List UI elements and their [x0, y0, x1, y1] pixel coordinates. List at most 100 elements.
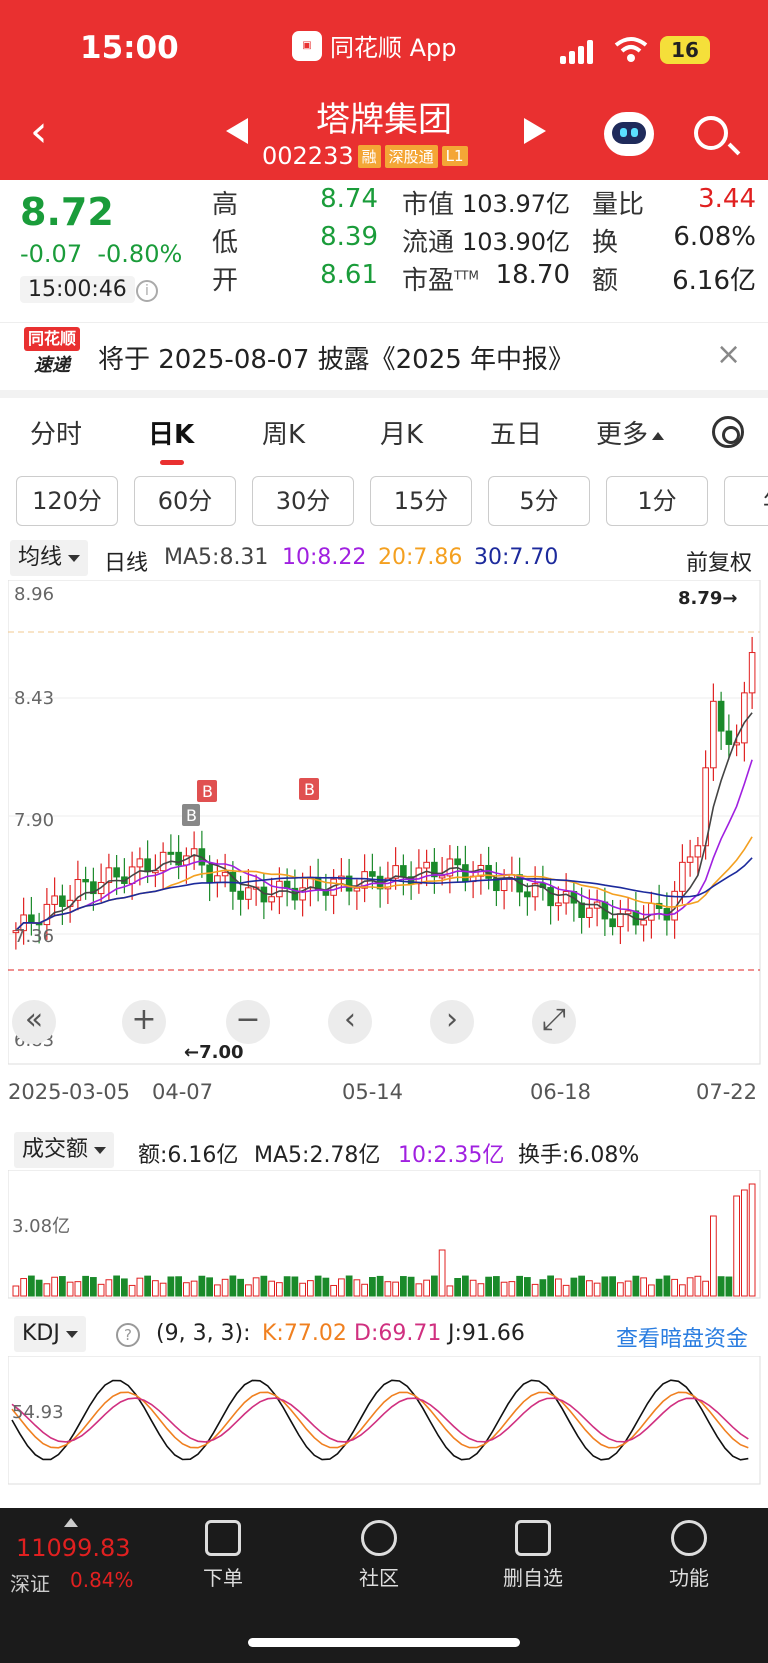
active-tab-indicator: [160, 460, 184, 465]
news-banner[interactable]: 同花顺 速递 将于 2025-08-07 披露《2025 年中报》 ×: [0, 322, 768, 388]
candle-body: [586, 907, 593, 918]
cell-signal-icon: [560, 40, 596, 64]
nav-remove-watchlist[interactable]: 删自选: [488, 1520, 578, 1591]
fullscreen-icon[interactable]: ⤢: [532, 1000, 576, 1044]
turnover-label: 换: [592, 228, 619, 258]
info-icon[interactable]: i: [136, 280, 158, 302]
search-icon[interactable]: [694, 116, 728, 150]
battery-icon: 16: [660, 36, 710, 64]
zoom-out-icon[interactable]: −: [226, 1000, 270, 1044]
tab-weekly-k[interactable]: 周K: [262, 414, 305, 451]
low-label: 低: [212, 228, 239, 258]
close-icon[interactable]: ×: [716, 337, 741, 372]
volume-bar: [35, 1279, 43, 1297]
float-value: 103.90亿: [462, 228, 570, 256]
volume-bar: [66, 1281, 74, 1297]
remove-watchlist-icon: [515, 1520, 551, 1556]
volume-bar: [369, 1277, 376, 1297]
kdj-d: D:69.71: [354, 1321, 442, 1346]
tab-intraday[interactable]: 分时: [30, 414, 82, 451]
candle-body: [136, 858, 144, 868]
tab-more[interactable]: 更多: [596, 414, 665, 451]
volume-bar: [20, 1278, 27, 1297]
tab-1min[interactable]: 1分: [606, 476, 708, 526]
date-label-3: 05-14: [342, 1080, 404, 1104]
price-change: -0.07 -0.80%: [20, 240, 182, 268]
candle-body: [694, 845, 702, 858]
volume-bar: [82, 1275, 89, 1297]
volume-bar: [508, 1281, 516, 1297]
nav-order[interactable]: 下单: [178, 1520, 268, 1591]
dark-pool-link[interactable]: 查看暗盘资金: [616, 1321, 748, 1353]
volume-bar: [229, 1275, 237, 1297]
volume-bar: [702, 1280, 709, 1297]
candle-body: [237, 890, 244, 900]
robot-assistant-icon[interactable]: [604, 112, 654, 156]
zoom-in-icon[interactable]: +: [122, 1000, 166, 1044]
change-value: -0.07: [20, 240, 83, 268]
index-value[interactable]: 11099.83: [16, 1534, 131, 1562]
candle-body: [245, 887, 252, 900]
volume-bar: [407, 1276, 415, 1297]
volume-bar: [562, 1284, 570, 1297]
bottom-bar: 11099.83 深证 0.84% 下单 社区 删自选 功能: [0, 1508, 768, 1663]
next-stock-button[interactable]: [524, 118, 546, 144]
help-icon[interactable]: ?: [116, 1321, 140, 1347]
volume-bar: [663, 1275, 671, 1297]
tab-30min[interactable]: 30分: [252, 476, 354, 526]
volume-bar: [679, 1284, 686, 1297]
tab-year[interactable]: 年: [724, 476, 768, 526]
tab-5min[interactable]: 5分: [488, 476, 590, 526]
next-icon[interactable]: ›: [430, 1000, 474, 1044]
candle-body: [640, 919, 647, 926]
adjust-mode[interactable]: 前复权: [686, 545, 752, 577]
connect-tag: 深股通: [384, 144, 438, 168]
candle-body: [500, 878, 508, 892]
ma-select[interactable]: 均线: [10, 540, 89, 576]
date-label-1: 2025-03-05: [8, 1080, 131, 1104]
volume-bar: [268, 1280, 275, 1297]
volume-bar: [214, 1284, 221, 1297]
red-buy-marker-2-label: B: [304, 780, 315, 799]
float-label: 流通: [402, 228, 455, 258]
tab-monthly-k[interactable]: 月K: [380, 414, 423, 451]
volume-select[interactable]: 成交额: [14, 1132, 115, 1168]
date-label-5: 07-22: [696, 1080, 758, 1104]
candle-body: [624, 910, 632, 915]
app-logo-icon: ▣: [292, 30, 322, 61]
news-text: 将于 2025-08-07 披露《2025 年中报》: [98, 345, 575, 375]
tab-60min[interactable]: 60分: [134, 476, 236, 526]
volume-bar: [299, 1282, 306, 1297]
news-logo-bottom: 速递: [34, 355, 70, 376]
caret-down-icon: [65, 1330, 78, 1338]
tab-120min[interactable]: 120分: [16, 476, 118, 526]
volume-bar: [516, 1275, 523, 1297]
pe-label: 市盈TTM: [402, 266, 479, 296]
scroll-left-icon[interactable]: «: [12, 1000, 56, 1044]
home-indicator: [248, 1638, 520, 1647]
tab-five-day[interactable]: 五日: [490, 414, 542, 451]
kdj-chart[interactable]: 54.93: [8, 1356, 768, 1486]
volume-bar: [90, 1277, 97, 1297]
nav-community[interactable]: 社区: [334, 1520, 424, 1591]
red-buy-marker-1-label: B: [202, 782, 213, 801]
tab-15min[interactable]: 15分: [370, 476, 472, 526]
volume-bar: [175, 1276, 182, 1297]
index-pct: 0.84%: [70, 1568, 134, 1592]
volume-bar: [105, 1279, 113, 1297]
kdj-select[interactable]: KDJ: [14, 1316, 86, 1352]
prev-icon[interactable]: ‹: [328, 1000, 372, 1044]
volume-bar: [648, 1284, 655, 1297]
volume-bar: [578, 1275, 585, 1297]
volume-bar: [338, 1278, 345, 1297]
candlestick-chart[interactable]: 8.96 8.43 7.90 7.36 6.83 8.79→ ←7.00 B B…: [8, 580, 768, 1080]
candle-body: [648, 902, 655, 921]
volume-chart[interactable]: 3.08亿: [8, 1170, 768, 1300]
settings-icon[interactable]: [712, 416, 744, 448]
wifi-icon: [614, 37, 648, 62]
ma20-value: 20:7.86: [378, 545, 463, 570]
volume-bar: [330, 1284, 337, 1297]
tab-daily-k[interactable]: 日K: [148, 414, 194, 451]
nav-functions[interactable]: 功能: [644, 1520, 734, 1591]
volume-bar: [454, 1278, 461, 1297]
